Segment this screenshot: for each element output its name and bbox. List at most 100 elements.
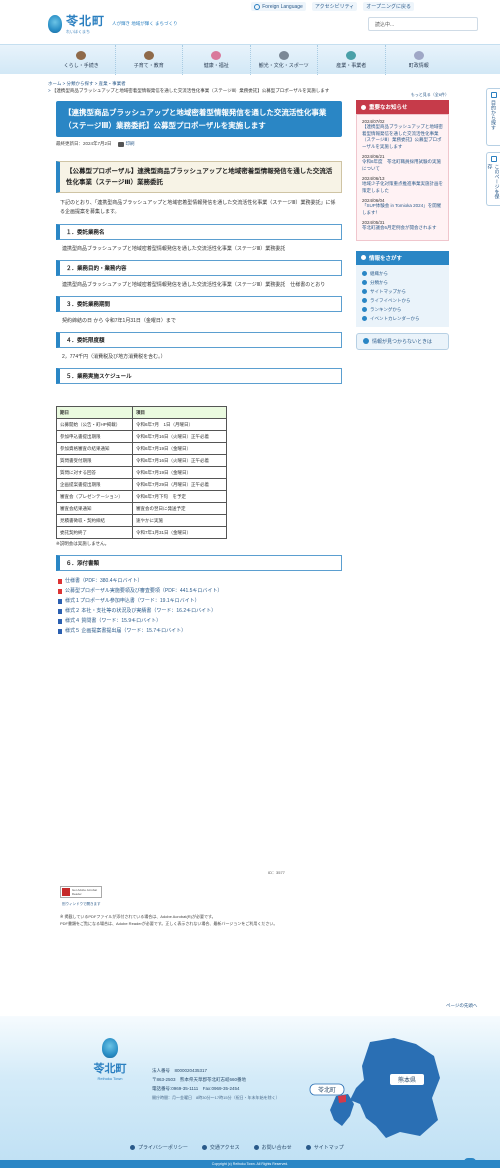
save-page-label: このページを保存	[486, 163, 500, 199]
attachment-link[interactable]: 様式１プロポーザル参加申込書（ワード：19.1キロバイト）	[56, 596, 342, 606]
help-button[interactable]: 情報が見つからないときは	[356, 332, 449, 350]
table-cell: 令和7年1月31日（金曜日）	[132, 526, 227, 539]
attachment-label: 公募型プロポーザル実施要領及び審査要項（PDF：441.5キロバイト）	[65, 588, 223, 594]
gnav-item-health[interactable]: 健康・福祉	[183, 45, 251, 75]
footer-logo-name: 苓北町	[93, 1062, 127, 1075]
arrow-right-icon	[362, 306, 367, 312]
pdf-reader-note: ※ 掲載しているPDFファイルが添付されている場合は、Adobe Acrobat…	[60, 913, 346, 927]
bookmark-icon	[490, 156, 497, 162]
schedule-note: ※説明会は実施しません。	[56, 541, 110, 546]
save-page-tab[interactable]: このページを保存	[486, 152, 500, 206]
table-row: 審査会結果通知 審査会の翌日に発送予定	[56, 502, 227, 515]
adobe-banner-text: Get Adobe Acrobat Reader	[71, 888, 98, 896]
gnav-item-government[interactable]: 町政情報	[386, 45, 453, 75]
heading-period: ３．委託業務期間	[56, 296, 342, 312]
adobe-reader-banner[interactable]: Get Adobe Acrobat Reader	[60, 886, 102, 898]
gnav-item-industry[interactable]: 産業・事業者	[318, 45, 386, 75]
factory-icon	[346, 51, 357, 60]
footer-nav-label: お問い合わせ	[261, 1145, 292, 1151]
search-by-purpose-tab[interactable]: 目的から探す	[486, 88, 500, 146]
footer-logo[interactable]: 苓北町 Reihoku Town	[92, 1038, 128, 1081]
table-cell: 令和6年7月29日（月曜日）正午必着	[132, 478, 227, 491]
attachment-link[interactable]: 様式２ 本社・支社等の状況及び実績書（ワード：16.2キロバイト）	[56, 606, 342, 616]
adobe-acrobat-icon	[62, 888, 70, 896]
attachment-list: 仕様書（PDF：380.4キロバイト） 公募型プロポーザル実施要領及び審査要項（…	[56, 576, 342, 636]
footer-address: 〒863-2503 熊本県天草郡苓北町志岐660番地	[152, 1077, 247, 1082]
footer-nav-label: 交通アクセス	[209, 1145, 240, 1151]
gnav-item-living[interactable]: くらし・手続き	[48, 45, 116, 75]
attachment-link[interactable]: 仕様書（PDF：380.4キロバイト）	[56, 576, 342, 586]
kumamoto-prefecture-shape	[350, 1038, 440, 1138]
gnav-label: 健康・福祉	[203, 63, 229, 69]
breadcrumb-category[interactable]: 分類から探す	[67, 81, 94, 86]
heading-schedule: ５．業務実施スケジュール	[56, 368, 342, 384]
pdf-file-icon	[58, 588, 62, 594]
attachment-label: 様式１プロポーザル参加申込書（ワード：19.1キロバイト）	[65, 598, 200, 604]
find-item-organization[interactable]: 組織から	[362, 269, 443, 278]
list-item[interactable]: 2024/05/31 苓北町議会6月定例会が開会されます	[362, 220, 443, 232]
table-cell: 審査会（プレゼンテーション）	[56, 490, 133, 503]
table-row: 審査会（プレゼンテーション） 令和6年7月下旬 を予定	[56, 490, 227, 503]
new-window-note: 別ウィンドウで開きます	[62, 902, 101, 906]
sitemap-link[interactable]: サイトマップ	[305, 1144, 344, 1151]
table-cell: 審査会結果通知	[56, 502, 133, 515]
page-id: ID：3577	[268, 870, 285, 875]
notice-text: 【連携型商品ブラッシュアップと地域密着型情報発信を通した交流活性化事業（ステージ…	[362, 124, 443, 149]
attachment-link[interactable]: 公募型プロポーザル実施要領及び審査要項（PDF：441.5キロバイト）	[56, 586, 342, 596]
gnav-item-tourism[interactable]: 観光・文化・スポーツ	[251, 45, 318, 75]
find-item-category[interactable]: 分類から	[362, 278, 443, 287]
section-title: 【公募型プロポーザル】連携型商品ブラッシュアップと地域密着型情報発信を通した交流…	[56, 161, 342, 193]
notice-more-link[interactable]: もっと見る（全6件）	[356, 92, 449, 98]
table-cell: 令和6年7月下旬 を予定	[132, 490, 227, 503]
attachment-link[interactable]: 様式４ 質問書（ワード：15.9キロバイト）	[56, 616, 342, 626]
arrow-right-icon	[362, 315, 367, 321]
table-cell: 参加申込書提出期限	[56, 430, 133, 443]
logo-tagline: 人が輝き 地域が輝く まちづくり	[112, 20, 178, 26]
breadcrumb-industry[interactable]: 産業・事業者	[99, 81, 126, 86]
site-logo[interactable]: 苓北町 れいほくまち 人が輝き 地域が輝く まちづくり	[48, 12, 178, 35]
find-info-list: 組織から 分類から サイトマップから ライフイベントから ランキングから イベン…	[356, 264, 449, 327]
table-header-date: 期日	[56, 406, 133, 419]
gnav-label: くらし・手続き	[63, 63, 99, 69]
print-button[interactable]: 印刷	[117, 141, 135, 147]
notice-text: 地域少子化対策重点推進事業実施計画を策定しました	[362, 181, 443, 193]
list-item[interactable]: 2024/07/02 【連携型商品ブラッシュアップと地域密着型情報発信を通した交…	[362, 119, 443, 150]
table-header-row: 期日 項目	[56, 406, 227, 419]
notice-text: 令和6年度 苓北町職員採用試験の実施について	[362, 159, 442, 171]
breadcrumb-home[interactable]: ホーム	[48, 81, 61, 86]
table-row: 委託契約終了 令和7年1月31日（金曜日）	[56, 526, 227, 539]
access-link[interactable]: 交通アクセス	[201, 1144, 240, 1151]
pdf-file-icon	[58, 578, 62, 584]
printer-icon	[117, 141, 124, 147]
footer-logo-roman: Reihoku Town	[97, 1076, 123, 1081]
site-search-input[interactable]: 読込中...	[368, 17, 478, 31]
document-icon	[413, 51, 424, 60]
gnav-item-childcare[interactable]: 子育て・教育	[116, 45, 183, 75]
find-item-lifeevent[interactable]: ライフイベントから	[362, 296, 443, 305]
list-item[interactable]: 2024/06/13 地域少子化対策重点推進事業実施計画を策定しました	[362, 176, 443, 194]
privacy-policy-link[interactable]: プライバシーポリシー	[130, 1144, 188, 1151]
table-cell: 令和6年7月 1日（月曜日）	[132, 418, 227, 431]
list-item[interactable]: 2024/06/04 「SUP体験会 in Tomioka 2024」を開催しま…	[362, 198, 443, 216]
attachment-link[interactable]: 様式５ 企画提案書提出届（ワード：15.7キロバイト）	[56, 626, 342, 636]
contact-link[interactable]: お問い合わせ	[253, 1144, 292, 1151]
camera-icon	[278, 51, 289, 60]
help-label: 情報が見つからないときは	[372, 338, 433, 345]
notice-text: 苓北町議会6月定例会が開会されます	[362, 225, 437, 230]
updated-date: 最終更新日：2024年7月2日	[56, 141, 112, 146]
arrow-right-icon	[362, 279, 367, 285]
list-item[interactable]: 2024/06/21 令和6年度 苓北町職員採用試験の実施について	[362, 154, 443, 172]
attachment-label: 様式４ 質問書（ワード：15.9キロバイト）	[65, 618, 162, 624]
corporate-number: 法人番号 8000020435317	[152, 1068, 208, 1073]
find-info-title: 情報をさがす	[369, 255, 403, 262]
main-content: 【連携型商品ブラッシュアップと地域密着型情報発信を通した交流活性化事業（ステージ…	[56, 101, 342, 636]
back-to-top-link[interactable]: ページの先頭へ	[446, 1003, 477, 1009]
town-map-label: 苓北町	[309, 1083, 345, 1096]
limit-text: 2，774千円（消費税及び地方消費税を含む。）	[62, 354, 166, 360]
find-item-calendar[interactable]: イベントカレンダーから	[362, 314, 443, 323]
find-item-sitemap[interactable]: サイトマップから	[362, 287, 443, 296]
find-item-ranking[interactable]: ランキングから	[362, 305, 443, 314]
heading-task-name: １．委託業務名	[56, 224, 342, 240]
page-top-button[interactable]	[464, 1158, 476, 1168]
gnav-label: 町政情報	[408, 63, 429, 69]
